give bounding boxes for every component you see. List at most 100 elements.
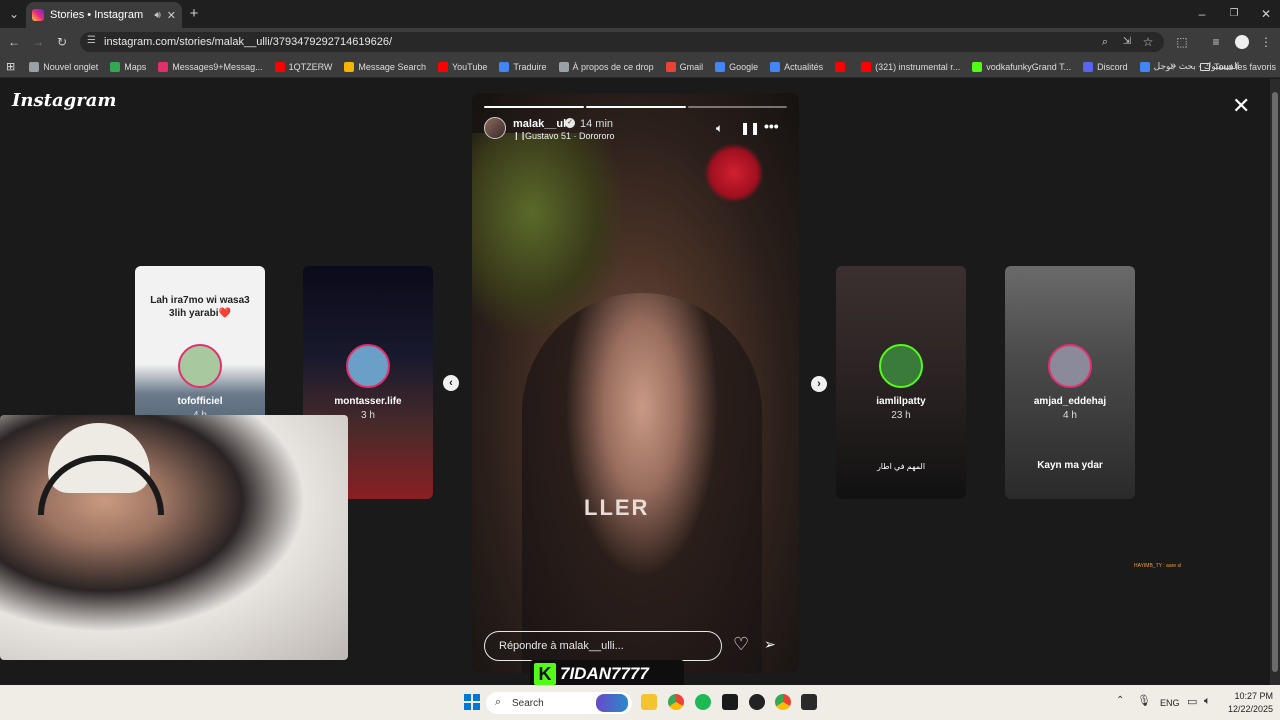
- like-heart-icon[interactable]: ♡: [733, 634, 749, 655]
- bookmark-favicon-icon: [29, 61, 40, 72]
- more-bookmarks-icon[interactable]: »: [1170, 60, 1176, 72]
- close-tab-icon[interactable]: ✕: [167, 9, 176, 22]
- search-icon: ⌕: [495, 696, 502, 708]
- profile-icon[interactable]: [1232, 32, 1252, 52]
- bookmark-item[interactable]: (321) instrumental r...: [861, 61, 960, 72]
- bookmark-favicon-icon: [499, 61, 510, 72]
- bookmark-item[interactable]: Discord: [1083, 61, 1128, 72]
- audio-icon[interactable]: 🔊︎: [154, 10, 160, 21]
- side-story-card-amjad[interactable]: amjad_eddehaj 4 h Kayn ma ydar: [1005, 266, 1135, 499]
- start-button-icon[interactable]: [464, 694, 480, 710]
- next-story-button[interactable]: ›: [811, 376, 827, 392]
- bookmark-favicon-icon: [437, 61, 448, 72]
- bookmark-label: (321) instrumental r...: [875, 61, 961, 72]
- bookmark-item[interactable]: Nouvel onglet: [29, 61, 98, 72]
- zoom-icon[interactable]: ⌕: [1095, 32, 1115, 52]
- story-avatar[interactable]: [484, 117, 506, 139]
- bookmark-item[interactable]: Google: [715, 61, 758, 72]
- bookmark-label: Messages9+Messag...: [172, 61, 263, 72]
- new-tab-icon[interactable]: +: [184, 4, 204, 24]
- clock-date[interactable]: 12/22/2025: [1223, 704, 1273, 714]
- bookmark-favicon-icon: [1083, 61, 1094, 72]
- extensions-icon[interactable]: ⬚: [1172, 32, 1192, 52]
- game-app-icon[interactable]: [722, 694, 738, 710]
- spotify-icon[interactable]: [695, 694, 711, 710]
- reload-icon[interactable]: ↻: [52, 32, 72, 52]
- tab-search-icon[interactable]: ⌄: [4, 4, 24, 24]
- bookmark-favicon-icon: [344, 61, 355, 72]
- language-indicator[interactable]: ENG: [1160, 698, 1180, 708]
- clock-time[interactable]: 10:27 PM: [1229, 691, 1273, 701]
- network-icon[interactable]: ▭: [1187, 695, 1197, 708]
- tray-chevron-icon[interactable]: ⌃: [1116, 695, 1124, 706]
- tab-instagram-stories[interactable]: Stories • Instagram 🔊︎ ✕: [26, 2, 182, 28]
- address-bar[interactable]: ☰ instagram.com/stories/malak__ulli/3793…: [80, 32, 1164, 52]
- chrome-active-icon[interactable]: [775, 694, 791, 710]
- bookmark-item[interactable]: Actualités: [770, 61, 823, 72]
- bookmark-item[interactable]: [835, 61, 849, 72]
- reply-placeholder: Répondre à malak__ulli...: [499, 640, 624, 652]
- bookmark-item[interactable]: Traduire: [499, 61, 547, 72]
- tab-title: Stories • Instagram: [50, 9, 144, 21]
- side-story-text: Kayn ma ydar: [1037, 460, 1103, 471]
- bookmark-item[interactable]: Message Search: [344, 61, 426, 72]
- side-story-time: 23 h: [891, 410, 911, 421]
- side-story-name: amjad_eddehaj: [1033, 396, 1107, 407]
- back-icon[interactable]: ←: [4, 32, 24, 52]
- more-options-icon[interactable]: •••: [764, 118, 779, 134]
- forward-icon[interactable]: →: [28, 32, 48, 52]
- bookmark-label: Gmail: [679, 61, 704, 72]
- file-explorer-icon[interactable]: [641, 694, 657, 710]
- restore-icon[interactable]: ❐: [1224, 4, 1244, 24]
- bookmark-item[interactable]: 1QTZERW: [274, 61, 332, 72]
- menu-icon[interactable]: ⋮: [1256, 32, 1276, 52]
- scrollbar-thumb[interactable]: [1272, 92, 1278, 672]
- bookmark-star-icon[interactable]: ☆: [1138, 32, 1158, 52]
- all-favorites[interactable]: Tous les favoris: [1200, 57, 1276, 77]
- bookmark-favicon-icon: [274, 61, 285, 72]
- site-info-icon[interactable]: ☰: [87, 35, 96, 46]
- share-send-icon[interactable]: ➢: [764, 636, 776, 653]
- apps-icon[interactable]: ⊞: [6, 60, 15, 73]
- story-music[interactable]: Gustavo 51 · Dorororo: [525, 131, 615, 141]
- taskbar-search[interactable]: ⌕ Search: [486, 692, 632, 714]
- avatar-montasser: [346, 344, 390, 388]
- story-viewer[interactable]: LLER: [472, 93, 799, 673]
- streamer-tag-badge: K 7IDAN7777: [530, 660, 684, 688]
- github-icon[interactable]: [749, 694, 765, 710]
- side-story-name: tofofficiel: [177, 396, 223, 407]
- bookmark-favicon-icon: [158, 61, 169, 72]
- install-icon[interactable]: ⇲: [1117, 32, 1137, 52]
- minimize-icon[interactable]: –: [1192, 4, 1212, 24]
- instagram-logo[interactable]: Instagram: [12, 90, 116, 111]
- story-overlay-text: LLER: [584, 495, 650, 520]
- epic-games-icon[interactable]: [801, 694, 817, 710]
- bookmark-favicon-icon: [665, 61, 676, 72]
- bookmark-item[interactable]: vodkafunkyGrand T...: [972, 61, 1071, 72]
- bookmark-favicon-icon: [558, 61, 569, 72]
- instagram-favicon-icon: [32, 9, 44, 21]
- windows-taskbar: [0, 685, 1280, 720]
- story-username[interactable]: malak__ulli: [513, 118, 572, 130]
- avatar-amjad: [1048, 344, 1092, 388]
- chrome-icon[interactable]: [668, 694, 684, 710]
- mute-icon[interactable]: 🔈︎: [716, 121, 723, 136]
- close-window-icon[interactable]: ✕: [1256, 4, 1276, 24]
- previous-story-button[interactable]: ‹: [443, 375, 459, 391]
- taskbar-search-placeholder: Search: [512, 697, 544, 709]
- bookmark-item[interactable]: Gmail: [665, 61, 704, 72]
- bookmark-item[interactable]: À propos de ce drop: [558, 61, 654, 72]
- bookmark-favicon-icon: [1139, 61, 1150, 72]
- bookmark-item[interactable]: Maps: [110, 61, 146, 72]
- pause-icon[interactable]: ❚❚: [740, 121, 760, 135]
- story-person: [522, 293, 762, 673]
- close-stories-icon[interactable]: ✕: [1232, 95, 1250, 117]
- volume-icon[interactable]: 🔈︎: [1204, 695, 1211, 708]
- media-controls-icon[interactable]: ≡: [1206, 32, 1226, 52]
- bookmark-item[interactable]: YouTube: [437, 61, 487, 72]
- microphone-icon[interactable]: 🎙︎: [1137, 694, 1151, 707]
- side-story-card-iamlilpatty[interactable]: iamlilpatty 23 h المهم في اطار: [836, 266, 966, 499]
- bookmark-item[interactable]: Messages9+Messag...: [158, 61, 263, 72]
- streamer-tag: 7IDAN7777: [560, 664, 649, 683]
- reply-input[interactable]: Répondre à malak__ulli...: [484, 631, 722, 661]
